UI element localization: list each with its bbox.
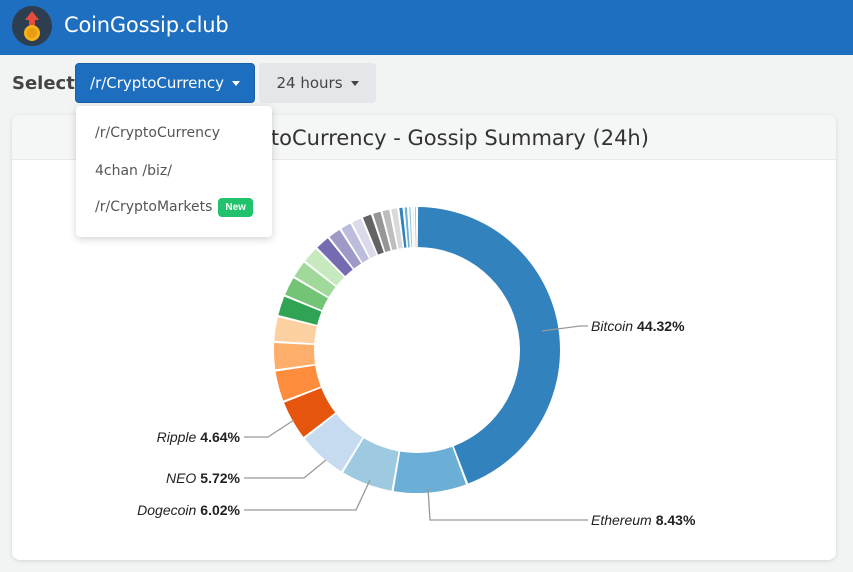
dropdown-item-cryptocurrency[interactable]: /r/CryptoCurrency: [95, 125, 220, 141]
donut-slice-1[interactable]: [393, 446, 467, 494]
chart-label-ripple: Ripple 4.64%: [157, 429, 241, 445]
chart-label-ethereum: Ethereum 8.43%: [591, 512, 696, 528]
chart-label-dogecoin: Dogecoin 6.02%: [137, 502, 240, 518]
donut-slice-24[interactable]: [415, 207, 417, 248]
donut-slice-0[interactable]: [417, 207, 560, 484]
donut-chart: Bitcoin 44.32% Ethereum 8.43% Dogecoin 6.02…: [137, 207, 696, 528]
dropdown-item-4chan-biz[interactable]: 4chan /biz/: [95, 163, 172, 179]
dropdown-item-label: /r/CryptoMarkets: [95, 199, 213, 215]
subreddit-dropdown-menu: /r/CryptoCurrency 4chan /biz/ /r/CryptoM…: [76, 106, 272, 237]
dogecoin-leader-line: [244, 479, 371, 511]
ethereum-leader-line: [427, 487, 588, 521]
chart-label-neo: NEO 5.72%: [166, 470, 241, 486]
donut-slice-23[interactable]: [412, 207, 415, 248]
dropdown-item-cryptomarkets[interactable]: /r/CryptoMarkets New: [95, 198, 253, 217]
donut-slice-22[interactable]: [409, 207, 413, 248]
neo-leader-line: [244, 459, 327, 479]
donut-slice-6[interactable]: [273, 342, 315, 370]
new-badge: New: [218, 198, 253, 217]
chart-label-bitcoin: Bitcoin 44.32%: [591, 318, 685, 334]
ripple-leader-line: [244, 419, 295, 438]
